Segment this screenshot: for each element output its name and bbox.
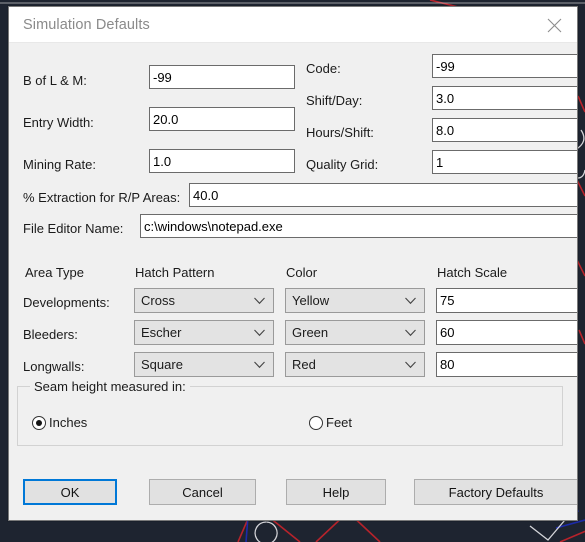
radio-seam-feet[interactable]: Feet [309, 415, 352, 430]
label-area-bleeders: Bleeders: [23, 327, 78, 342]
dropdown-color-bleeders[interactable]: Green [285, 320, 425, 345]
simulation-defaults-dialog: Simulation Defaults B of L & M: Entry Wi… [8, 6, 578, 521]
label-mining-rate: Mining Rate: [23, 157, 96, 172]
input-hatch-scale-longwalls[interactable] [436, 352, 577, 377]
chevron-down-icon [254, 329, 265, 336]
radio-seam-feet-label: Feet [326, 415, 353, 430]
dropdown-color-developments[interactable]: Yellow [285, 288, 425, 313]
dropdown-hatch-developments[interactable]: Cross [134, 288, 274, 313]
dialog-titlebar[interactable]: Simulation Defaults [9, 7, 577, 43]
label-percent-extraction: % Extraction for R/P Areas: [23, 190, 181, 205]
input-quality-grid[interactable] [432, 150, 577, 174]
input-entry-width[interactable] [149, 107, 295, 131]
header-color: Color [286, 265, 318, 280]
dialog-content: B of L & M: Entry Width: Mining Rate: Co… [9, 43, 577, 520]
label-area-longwalls: Longwalls: [23, 359, 85, 374]
input-hatch-scale-developments[interactable] [436, 288, 577, 313]
label-hours-per-shift: Hours/Shift: [306, 125, 374, 140]
header-area-type: Area Type [25, 265, 85, 280]
label-shift-per-day: Shift/Day: [306, 93, 363, 108]
cancel-button[interactable]: Cancel [149, 479, 256, 505]
dropdown-color-developments-value: Yellow [292, 293, 330, 308]
radio-seam-inches-label: Inches [49, 415, 88, 430]
cancel-button-label: Cancel [182, 484, 223, 500]
input-mining-rate[interactable] [149, 149, 295, 173]
input-hours-per-shift[interactable] [432, 118, 577, 142]
input-percent-extraction[interactable] [189, 183, 577, 207]
header-hatch-pattern: Hatch Pattern [135, 265, 215, 280]
dropdown-hatch-bleeders-value: Escher [141, 325, 182, 340]
dropdown-color-longwalls-value: Red [292, 357, 316, 372]
label-file-editor-name: File Editor Name: [23, 221, 124, 236]
radio-selected-icon [32, 415, 46, 430]
dropdown-hatch-developments-value: Cross [141, 293, 175, 308]
dropdown-color-longwalls[interactable]: Red [285, 352, 425, 377]
input-code[interactable] [432, 54, 577, 78]
chevron-down-icon [405, 297, 416, 304]
close-icon[interactable] [531, 7, 577, 43]
label-code: Code: [306, 61, 341, 76]
dropdown-hatch-longwalls[interactable]: Square [134, 352, 274, 377]
chevron-down-icon [405, 361, 416, 368]
label-quality-grid: Quality Grid: [306, 157, 379, 172]
seam-height-legend: Seam height measured in: [30, 379, 190, 394]
input-shift-per-day[interactable] [432, 86, 577, 110]
label-area-developments: Developments: [23, 295, 110, 310]
header-hatch-scale: Hatch Scale [437, 265, 508, 280]
radio-seam-inches[interactable]: Inches [32, 415, 87, 430]
dropdown-hatch-longwalls-value: Square [141, 357, 183, 372]
help-button-label: Help [322, 484, 350, 500]
dialog-title: Simulation Defaults [23, 16, 150, 33]
label-b-of-l-and-m: B of L & M: [23, 73, 87, 88]
dropdown-hatch-bleeders[interactable]: Escher [134, 320, 274, 345]
chevron-down-icon [254, 297, 265, 304]
label-entry-width: Entry Width: [23, 115, 94, 130]
chevron-down-icon [405, 329, 416, 336]
input-hatch-scale-bleeders[interactable] [436, 320, 577, 345]
input-b-of-l-and-m[interactable] [149, 65, 295, 89]
factory-defaults-button[interactable]: Factory Defaults [414, 479, 577, 505]
factory-defaults-button-label: Factory Defaults [448, 484, 544, 500]
ok-button[interactable]: OK [23, 479, 117, 505]
chevron-down-icon [254, 361, 265, 368]
seam-height-groupbox: Seam height measured in: Inches Feet [17, 379, 563, 446]
radio-unselected-icon [309, 415, 323, 430]
input-file-editor-name[interactable] [140, 214, 577, 238]
ok-button-label: OK [60, 484, 80, 500]
help-button[interactable]: Help [286, 479, 386, 505]
dropdown-color-bleeders-value: Green [292, 325, 329, 340]
